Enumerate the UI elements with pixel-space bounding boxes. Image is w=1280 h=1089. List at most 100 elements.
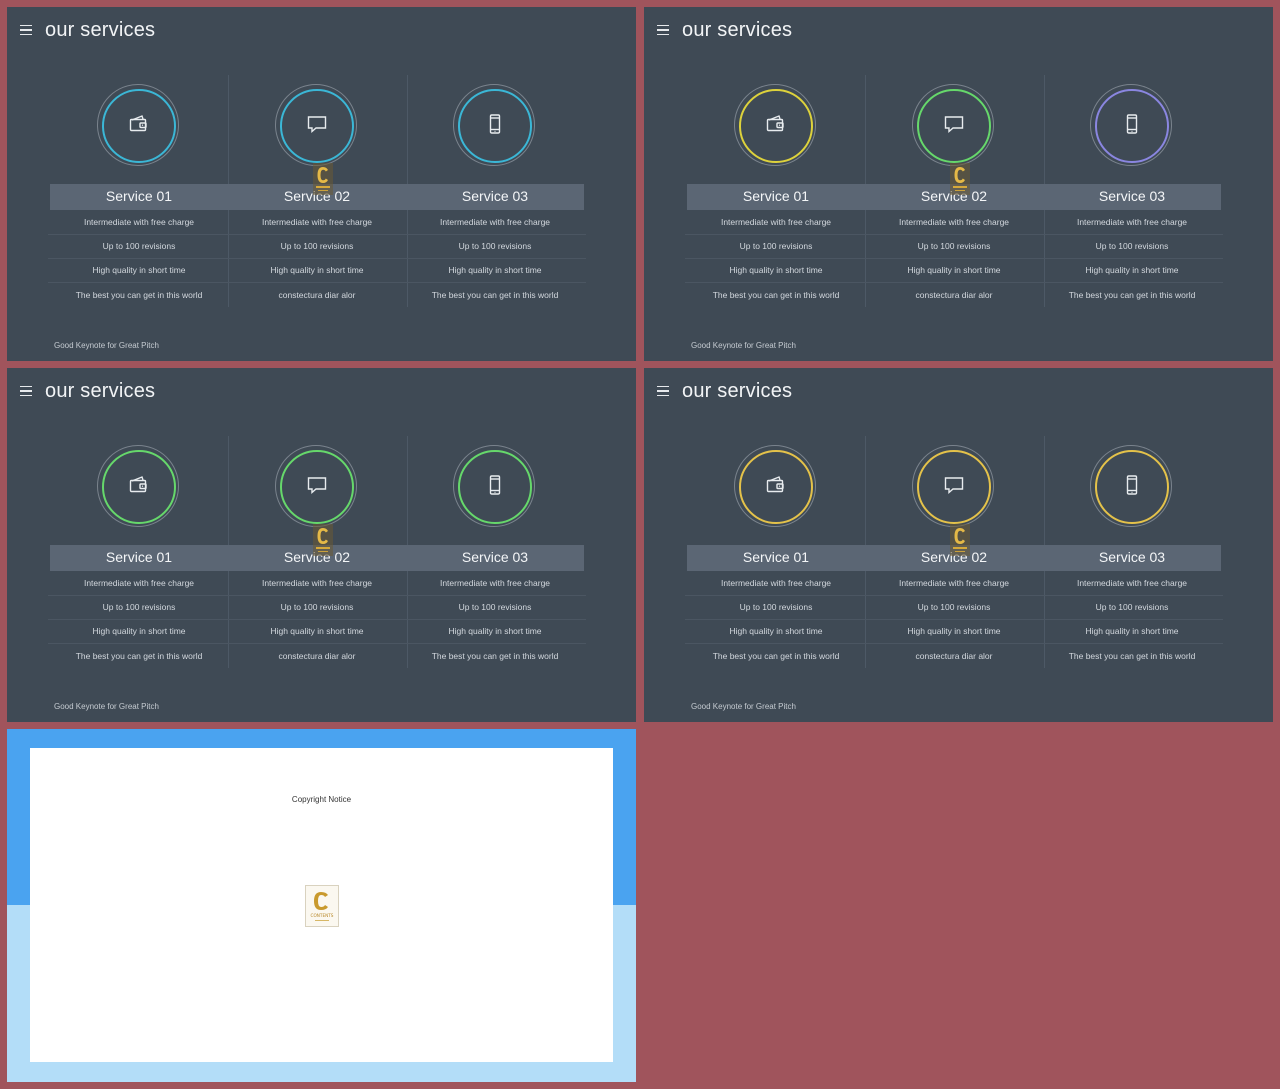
service-icon-circle bbox=[97, 445, 181, 529]
slide-title: our services bbox=[682, 19, 793, 41]
services-slide[interactable]: our services Service 01 Intermediate with … bbox=[644, 7, 1273, 361]
service-title: Service 03 bbox=[1098, 549, 1166, 565]
services-slide[interactable]: our services Service 01 Intermediate with … bbox=[7, 368, 636, 722]
menu-icon[interactable] bbox=[20, 25, 32, 37]
service-feature: Up to 100 revisions bbox=[917, 241, 991, 251]
service-feature: Intermediate with free charge bbox=[83, 217, 195, 227]
service-title: Service 01 bbox=[105, 549, 173, 565]
slide-title: our services bbox=[45, 380, 156, 402]
copyright-title: Copyright Notice bbox=[291, 795, 352, 804]
copyright-slide[interactable]: Copyright Notice CONTENTS bbox=[7, 729, 636, 1082]
service-feature: Up to 100 revisions bbox=[458, 602, 532, 612]
service-icon-circle bbox=[912, 445, 996, 529]
service-feature: Up to 100 revisions bbox=[102, 241, 176, 251]
service-feature: Intermediate with free charge bbox=[439, 217, 551, 227]
service-feature: High quality in short time bbox=[1085, 626, 1179, 636]
contents-watermark-logo bbox=[313, 524, 333, 556]
row-divider bbox=[685, 619, 1223, 620]
slide-footer: Good Keynote for Great Pitch bbox=[691, 341, 796, 350]
contents-watermark-logo bbox=[313, 163, 333, 195]
service-feature: The best you can get in this world bbox=[431, 290, 559, 300]
service-feature: High quality in short time bbox=[448, 265, 542, 275]
row-divider bbox=[685, 282, 1223, 283]
service-feature: High quality in short time bbox=[270, 265, 364, 275]
service-feature: High quality in short time bbox=[907, 626, 1001, 636]
service-feature: Up to 100 revisions bbox=[917, 602, 991, 612]
svg-text:CONTENTS: CONTENTS bbox=[311, 913, 334, 918]
service-feature: Intermediate with free charge bbox=[720, 217, 832, 227]
menu-icon[interactable] bbox=[20, 386, 32, 398]
row-divider bbox=[685, 234, 1223, 235]
service-feature: High quality in short time bbox=[729, 626, 823, 636]
service-feature: Up to 100 revisions bbox=[280, 602, 354, 612]
row-divider bbox=[48, 282, 586, 283]
service-title: Service 03 bbox=[461, 188, 529, 204]
service-feature: Intermediate with free charge bbox=[439, 578, 551, 588]
service-icon-circle bbox=[734, 84, 818, 168]
service-feature: Intermediate with free charge bbox=[261, 578, 373, 588]
smartphone-icon bbox=[1120, 112, 1144, 141]
service-feature: Intermediate with free charge bbox=[1076, 578, 1188, 588]
service-feature: Intermediate with free charge bbox=[898, 217, 1010, 227]
row-divider bbox=[48, 258, 586, 259]
services-slide[interactable]: our services Service 01 Intermediate with … bbox=[7, 7, 636, 361]
chat-bubble-icon bbox=[305, 112, 329, 141]
row-divider bbox=[685, 258, 1223, 259]
service-feature: High quality in short time bbox=[907, 265, 1001, 275]
contents-watermark-logo bbox=[950, 524, 970, 556]
contents-watermark-logo bbox=[950, 163, 970, 195]
service-icon-circle bbox=[1090, 445, 1174, 529]
service-feature: The best you can get in this world bbox=[712, 290, 840, 300]
service-feature: constectura diar alor bbox=[915, 651, 993, 661]
service-title: Service 03 bbox=[1098, 188, 1166, 204]
copyright-card: Copyright Notice CONTENTS bbox=[30, 748, 613, 1062]
service-feature: Intermediate with free charge bbox=[83, 578, 195, 588]
wallet-icon bbox=[764, 112, 788, 141]
service-feature: The best you can get in this world bbox=[712, 651, 840, 661]
slide-title: our services bbox=[682, 380, 793, 402]
service-icon-circle bbox=[453, 445, 537, 529]
smartphone-icon bbox=[483, 112, 507, 141]
service-feature: Up to 100 revisions bbox=[102, 602, 176, 612]
service-feature: Up to 100 revisions bbox=[1095, 602, 1169, 612]
service-feature: High quality in short time bbox=[270, 626, 364, 636]
services-slide[interactable]: our services Service 01 Intermediate with … bbox=[644, 368, 1273, 722]
service-icon-circle bbox=[97, 84, 181, 168]
chat-bubble-icon bbox=[942, 112, 966, 141]
service-feature: High quality in short time bbox=[729, 265, 823, 275]
service-feature: Up to 100 revisions bbox=[458, 241, 532, 251]
service-feature: The best you can get in this world bbox=[1068, 651, 1196, 661]
chat-bubble-icon bbox=[942, 473, 966, 502]
service-title: Service 01 bbox=[742, 549, 810, 565]
menu-icon[interactable] bbox=[657, 25, 669, 37]
smartphone-icon bbox=[1120, 473, 1144, 502]
service-feature: High quality in short time bbox=[448, 626, 542, 636]
service-feature: Up to 100 revisions bbox=[280, 241, 354, 251]
contents-logo: CONTENTS bbox=[305, 885, 339, 927]
service-icon-circle bbox=[453, 84, 537, 168]
row-divider bbox=[48, 619, 586, 620]
service-feature: constectura diar alor bbox=[278, 290, 356, 300]
service-feature: High quality in short time bbox=[92, 626, 186, 636]
service-feature: Up to 100 revisions bbox=[739, 241, 813, 251]
wallet-icon bbox=[127, 473, 151, 502]
service-feature: High quality in short time bbox=[1085, 265, 1179, 275]
service-feature: The best you can get in this world bbox=[431, 651, 559, 661]
service-feature: Intermediate with free charge bbox=[898, 578, 1010, 588]
service-feature: constectura diar alor bbox=[278, 651, 356, 661]
service-icon-circle bbox=[1090, 84, 1174, 168]
service-feature: Intermediate with free charge bbox=[261, 217, 373, 227]
service-feature: Up to 100 revisions bbox=[1095, 241, 1169, 251]
service-feature: High quality in short time bbox=[92, 265, 186, 275]
service-feature: Intermediate with free charge bbox=[720, 578, 832, 588]
slide-footer: Good Keynote for Great Pitch bbox=[691, 702, 796, 711]
service-feature: The best you can get in this world bbox=[75, 290, 203, 300]
menu-icon[interactable] bbox=[657, 386, 669, 398]
service-icon-circle bbox=[912, 84, 996, 168]
service-feature: Intermediate with free charge bbox=[1076, 217, 1188, 227]
row-divider bbox=[685, 643, 1223, 644]
service-icon-circle bbox=[734, 445, 818, 529]
service-feature: Up to 100 revisions bbox=[739, 602, 813, 612]
slide-title: our services bbox=[45, 19, 156, 41]
service-icon-circle bbox=[275, 445, 359, 529]
